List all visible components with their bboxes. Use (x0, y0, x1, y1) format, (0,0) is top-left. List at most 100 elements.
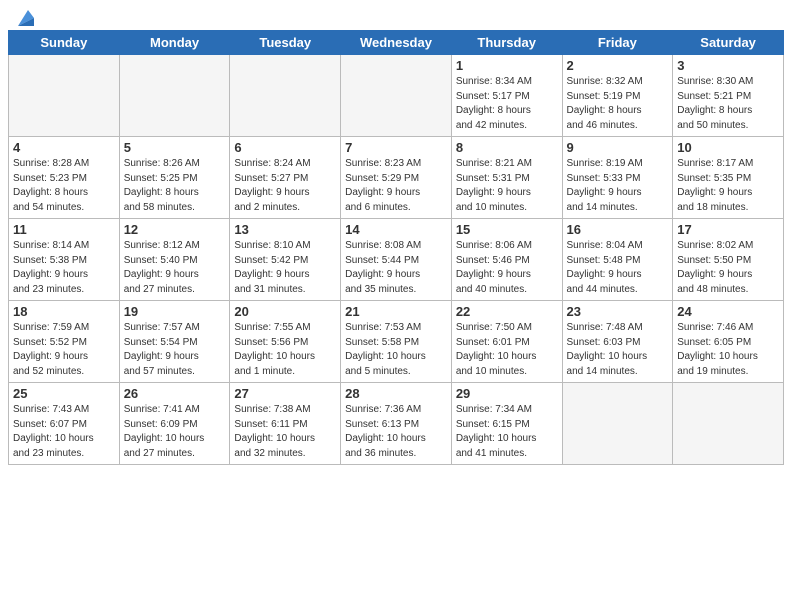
day-cell: 16 Sunrise: 8:04 AM Sunset: 5:48 PM Dayli… (562, 219, 673, 301)
day-number: 9 (567, 140, 669, 155)
empty-cell (341, 55, 452, 137)
day-cell: 29 Sunrise: 7:34 AM Sunset: 6:15 PM Dayli… (451, 383, 562, 465)
day-cell: 15Sunrise: 8:06 AM Sunset: 5:46 PM Dayli… (451, 219, 562, 301)
day-detail: Sunrise: 7:38 AM Sunset: 6:11 PM Dayligh… (234, 403, 336, 461)
day-number: 28 (345, 386, 447, 401)
day-number: 20 (234, 304, 336, 319)
day-cell: 27 Sunrise: 7:38 AM Sunset: 6:11 PM Dayli… (230, 383, 341, 465)
day-cell: 9 Sunrise: 8:19 AM Sunset: 5:33 PM Daylig… (562, 137, 673, 219)
empty-cell (230, 55, 341, 137)
day-cell: 21 Sunrise: 7:53 AM Sunset: 5:58 PM Dayli… (341, 301, 452, 383)
day-detail: Sunrise: 7:57 AM Sunset: 5:54 PM Dayligh… (124, 321, 226, 379)
day-number: 7 (345, 140, 447, 155)
day-cell: 5 Sunrise: 8:26 AM Sunset: 5:25 PM Daylig… (119, 137, 230, 219)
weekday-header: Wednesday (341, 31, 452, 55)
day-detail: Sunrise: 8:06 AM Sunset: 5:46 PM Dayligh… (456, 239, 558, 297)
day-cell: 25Sunrise: 7:43 AM Sunset: 6:07 PM Dayli… (9, 383, 120, 465)
week-row: 25Sunrise: 7:43 AM Sunset: 6:07 PM Dayli… (9, 383, 784, 465)
day-detail: Sunrise: 7:55 AM Sunset: 5:56 PM Dayligh… (234, 321, 336, 379)
day-cell: 13 Sunrise: 8:10 AM Sunset: 5:42 PM Dayli… (230, 219, 341, 301)
day-number: 24 (677, 304, 779, 319)
day-cell: 28 Sunrise: 7:36 AM Sunset: 6:13 PM Dayli… (341, 383, 452, 465)
day-cell: 12 Sunrise: 8:12 AM Sunset: 5:40 PM Dayli… (119, 219, 230, 301)
day-detail: Sunrise: 8:02 AM Sunset: 5:50 PM Dayligh… (677, 239, 779, 297)
empty-cell (9, 55, 120, 137)
logo (12, 12, 36, 26)
day-cell: 1 Sunrise: 8:34 AM Sunset: 5:17 PM Daylig… (451, 55, 562, 137)
day-number: 11 (13, 222, 115, 237)
day-cell: 22 Sunrise: 7:50 AM Sunset: 6:01 PM Dayli… (451, 301, 562, 383)
day-detail: Sunrise: 8:17 AM Sunset: 5:35 PM Dayligh… (677, 157, 779, 215)
day-detail: Sunrise: 8:23 AM Sunset: 5:29 PM Dayligh… (345, 157, 447, 215)
day-number: 29 (456, 386, 558, 401)
day-cell: 10Sunrise: 8:17 AM Sunset: 5:35 PM Dayli… (673, 137, 784, 219)
day-detail: Sunrise: 8:12 AM Sunset: 5:40 PM Dayligh… (124, 239, 226, 297)
day-detail: Sunrise: 8:34 AM Sunset: 5:17 PM Dayligh… (456, 75, 558, 133)
day-cell: 2 Sunrise: 8:32 AM Sunset: 5:19 PM Daylig… (562, 55, 673, 137)
day-detail: Sunrise: 8:21 AM Sunset: 5:31 PM Dayligh… (456, 157, 558, 215)
day-number: 16 (567, 222, 669, 237)
day-number: 19 (124, 304, 226, 319)
day-detail: Sunrise: 8:19 AM Sunset: 5:33 PM Dayligh… (567, 157, 669, 215)
day-detail: Sunrise: 8:08 AM Sunset: 5:44 PM Dayligh… (345, 239, 447, 297)
day-number: 21 (345, 304, 447, 319)
day-detail: Sunrise: 8:24 AM Sunset: 5:27 PM Dayligh… (234, 157, 336, 215)
day-number: 14 (345, 222, 447, 237)
day-cell: 18 Sunrise: 7:59 AM Sunset: 5:52 PM Dayli… (9, 301, 120, 383)
weekday-header: Monday (119, 31, 230, 55)
day-number: 5 (124, 140, 226, 155)
day-number: 3 (677, 58, 779, 73)
day-detail: Sunrise: 7:48 AM Sunset: 6:03 PM Dayligh… (567, 321, 669, 379)
weekday-header: Thursday (451, 31, 562, 55)
day-detail: Sunrise: 7:53 AM Sunset: 5:58 PM Dayligh… (345, 321, 447, 379)
day-number: 26 (124, 386, 226, 401)
day-number: 22 (456, 304, 558, 319)
day-detail: Sunrise: 7:59 AM Sunset: 5:52 PM Dayligh… (13, 321, 115, 379)
day-detail: Sunrise: 7:50 AM Sunset: 6:01 PM Dayligh… (456, 321, 558, 379)
day-detail: Sunrise: 7:36 AM Sunset: 6:13 PM Dayligh… (345, 403, 447, 461)
day-detail: Sunrise: 8:04 AM Sunset: 5:48 PM Dayligh… (567, 239, 669, 297)
day-number: 18 (13, 304, 115, 319)
day-cell: 26 Sunrise: 7:41 AM Sunset: 6:09 PM Dayli… (119, 383, 230, 465)
weekday-header-row: SundayMondayTuesdayWednesdayThursdayFrid… (9, 31, 784, 55)
day-number: 27 (234, 386, 336, 401)
day-cell: 6 Sunrise: 8:24 AM Sunset: 5:27 PM Daylig… (230, 137, 341, 219)
day-cell: 23 Sunrise: 7:48 AM Sunset: 6:03 PM Dayli… (562, 301, 673, 383)
day-number: 12 (124, 222, 226, 237)
empty-cell (562, 383, 673, 465)
day-detail: Sunrise: 8:32 AM Sunset: 5:19 PM Dayligh… (567, 75, 669, 133)
day-cell: 4 Sunrise: 8:28 AM Sunset: 5:23 PM Daylig… (9, 137, 120, 219)
weekday-header: Friday (562, 31, 673, 55)
day-number: 4 (13, 140, 115, 155)
logo-icon (14, 8, 36, 30)
day-cell: 24 Sunrise: 7:46 AM Sunset: 6:05 PM Dayli… (673, 301, 784, 383)
day-number: 13 (234, 222, 336, 237)
empty-cell (119, 55, 230, 137)
weekday-header: Sunday (9, 31, 120, 55)
day-detail: Sunrise: 8:28 AM Sunset: 5:23 PM Dayligh… (13, 157, 115, 215)
day-detail: Sunrise: 8:14 AM Sunset: 5:38 PM Dayligh… (13, 239, 115, 297)
day-number: 17 (677, 222, 779, 237)
day-number: 1 (456, 58, 558, 73)
day-detail: Sunrise: 7:46 AM Sunset: 6:05 PM Dayligh… (677, 321, 779, 379)
week-row: 4 Sunrise: 8:28 AM Sunset: 5:23 PM Daylig… (9, 137, 784, 219)
day-detail: Sunrise: 7:34 AM Sunset: 6:15 PM Dayligh… (456, 403, 558, 461)
day-detail: Sunrise: 8:26 AM Sunset: 5:25 PM Dayligh… (124, 157, 226, 215)
day-detail: Sunrise: 8:30 AM Sunset: 5:21 PM Dayligh… (677, 75, 779, 133)
day-cell: 7 Sunrise: 8:23 AM Sunset: 5:29 PM Daylig… (341, 137, 452, 219)
weekday-header: Tuesday (230, 31, 341, 55)
day-number: 23 (567, 304, 669, 319)
day-number: 2 (567, 58, 669, 73)
day-cell: 19 Sunrise: 7:57 AM Sunset: 5:54 PM Dayli… (119, 301, 230, 383)
empty-cell (673, 383, 784, 465)
week-row: 11 Sunrise: 8:14 AM Sunset: 5:38 PM Dayli… (9, 219, 784, 301)
day-number: 6 (234, 140, 336, 155)
header (8, 6, 784, 30)
day-cell: 14 Sunrise: 8:08 AM Sunset: 5:44 PM Dayli… (341, 219, 452, 301)
day-cell: 17 Sunrise: 8:02 AM Sunset: 5:50 PM Dayli… (673, 219, 784, 301)
day-detail: Sunrise: 7:41 AM Sunset: 6:09 PM Dayligh… (124, 403, 226, 461)
day-detail: Sunrise: 8:10 AM Sunset: 5:42 PM Dayligh… (234, 239, 336, 297)
day-detail: Sunrise: 7:43 AM Sunset: 6:07 PM Dayligh… (13, 403, 115, 461)
day-cell: 11 Sunrise: 8:14 AM Sunset: 5:38 PM Dayli… (9, 219, 120, 301)
week-row: 1 Sunrise: 8:34 AM Sunset: 5:17 PM Daylig… (9, 55, 784, 137)
